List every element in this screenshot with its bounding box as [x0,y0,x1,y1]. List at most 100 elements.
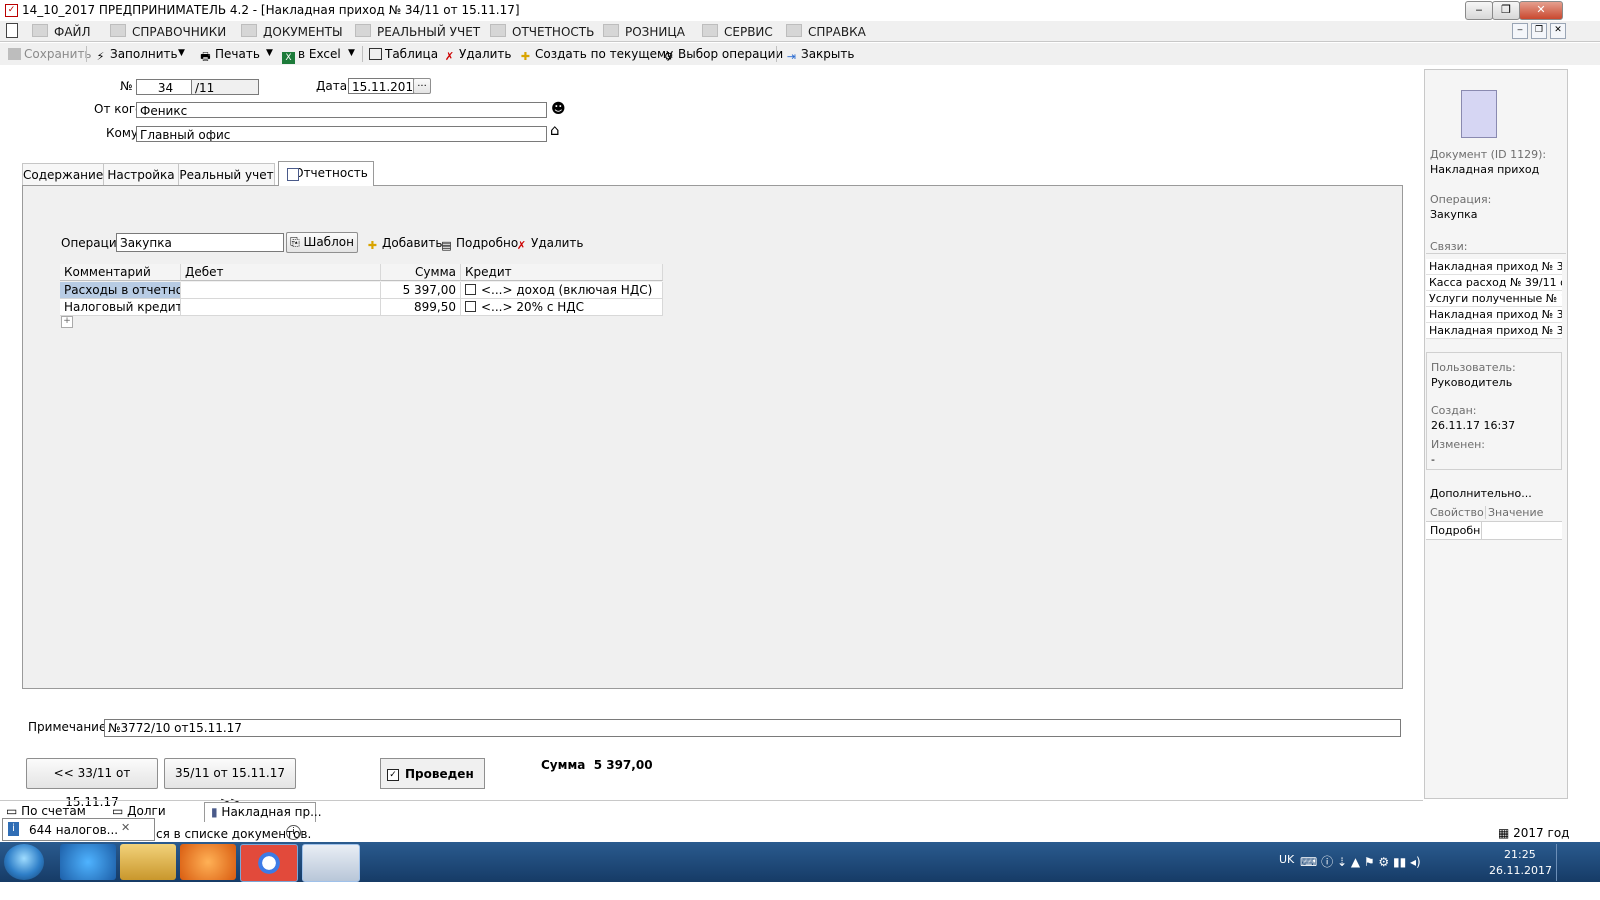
excel-dropdown-icon[interactable]: ▼ [348,48,355,58]
credit-cell[interactable]: <...> доход (включая НДС) [461,282,663,299]
doc-value: Накладная приход [1430,163,1540,176]
notification-popup[interactable]: i 644 налогов... ✕ [2,818,155,841]
link-item[interactable]: Касса расход № 39/11 от [1426,275,1562,291]
properties-header: Свойство Значение [1426,504,1562,522]
details-button[interactable]: ▤ Подробно [440,236,518,252]
link-item[interactable]: Накладная приход № 35/ [1426,323,1562,339]
debit-cell[interactable] [181,299,381,316]
entrepreneur-app-icon[interactable] [302,844,360,882]
template-button[interactable]: ⎘ Шаблон [286,232,358,253]
delete-entry-button[interactable]: ✗ Удалить [515,236,584,252]
file-explorer-icon[interactable] [120,844,176,880]
minimize-button[interactable]: ‒ [1465,1,1493,20]
menu-documents[interactable]: ДОКУМЕНТЫ [241,24,343,39]
window-title: 14_10_2017 ПРЕДПРИНИМАТЕЛЬ 4.2 - [Наклад… [22,3,520,17]
next-document-button[interactable]: 35/11 от 15.11.17 >> [164,758,296,809]
home-office-icon[interactable]: ⌂ [550,123,560,138]
new-document-icon[interactable] [6,23,18,38]
note-input[interactable]: №3772/10 от15.11.17 [104,719,1401,737]
add-entry-button[interactable]: ✚ Добавить [366,236,443,252]
document-icon: ▭ [112,804,128,818]
user-label: Пользователь: [1431,361,1516,374]
contractor-icon[interactable]: ☻ [551,102,566,116]
menu-service[interactable]: СЕРВИС [702,24,773,39]
column-header[interactable]: Дебет [181,264,381,281]
to-input[interactable]: Главный офис [136,126,547,142]
create-from-current-button[interactable]: ✚ Создать по текущему [519,47,673,63]
document-thumbnail-icon [1461,90,1497,138]
debit-cell[interactable] [181,282,381,299]
show-desktop-button[interactable] [1556,844,1568,881]
number-input[interactable]: 34 [136,79,192,95]
table-row[interactable]: Налоговый кредит 899,50 <...> 20% с НДС [60,299,663,316]
posted-checkbox[interactable]: ✓ [387,769,399,781]
date-picker-button[interactable]: ... [413,78,431,94]
clock-time[interactable]: 21:25 [1504,848,1536,861]
add-row-button[interactable]: + [61,316,73,328]
menu-reporting[interactable]: ОТЧЕТНОСТЬ [490,24,594,39]
link-item[interactable]: Услуги полученные № 10 [1426,291,1562,307]
comment-cell[interactable]: Налоговый кредит [60,299,181,316]
tab-real-accounting[interactable]: Реальный учет [178,163,275,186]
language-indicator[interactable]: UK [1279,853,1294,866]
delete-button[interactable]: ✗ Удалить [443,47,512,63]
tab-settings[interactable]: Настройка [103,163,179,186]
link-item[interactable]: Накладная приход № 33/ [1426,307,1562,323]
menu-directories[interactable]: СПРАВОЧНИКИ [110,24,226,39]
close-window-button[interactable]: ✕ [1519,1,1563,20]
changed-label: Изменен: [1431,438,1486,451]
menu-retail[interactable]: РОЗНИЦА [603,24,685,39]
menu-real-accounting[interactable]: РЕАЛЬНЫЙ УЧЕТ [355,24,480,39]
from-input[interactable]: Феникс [136,102,547,118]
prev-document-button[interactable]: << 33/11 от 15.11.17 [26,758,158,809]
excel-icon: X [282,52,295,64]
window-tab-invoice[interactable]: ▮ Накладная пр... [204,802,322,822]
tab-content[interactable]: Содержание [22,163,104,186]
note-label: Примечание [28,720,107,734]
menu-help[interactable]: СПРАВКА [786,24,866,39]
tab-reporting[interactable]: Отчетность [278,161,374,186]
extra-link[interactable]: Дополнительно... [1430,487,1532,500]
mdi-close-button[interactable]: ✕ [1550,23,1566,39]
column-header[interactable]: Комментарий [60,264,181,281]
comment-cell[interactable]: Расходы в отчетность [60,282,181,299]
table-button[interactable]: Таблица [369,47,438,61]
print-button[interactable]: 🖶 Печать [199,47,260,63]
credit-checkbox[interactable] [465,284,476,295]
media-player-icon[interactable] [180,844,236,880]
sum-cell[interactable]: 5 397,00 [381,282,461,299]
maximize-button[interactable]: ❐ [1492,1,1520,20]
close-document-button[interactable]: ⇥ Закрыть [785,47,855,63]
chrome-icon[interactable] [240,844,298,882]
table-row[interactable]: Расходы в отчетность 5 397,00 <...> дохо… [60,282,663,299]
print-dropdown-icon[interactable]: ▼ [266,48,273,58]
info-circle-icon[interactable]: i [286,825,301,840]
date-input[interactable]: 15.11.2017 [348,78,414,94]
op-value: Закупка [1430,208,1478,221]
credit-cell[interactable]: <...> 20% с НДС [461,299,663,316]
fill-button[interactable]: ⚡ Заполнить [94,47,178,63]
posted-toggle[interactable]: ✓ Проведен [380,758,485,789]
save-button[interactable]: Сохранить [8,47,92,61]
operation-input[interactable]: Закупка [116,233,284,252]
column-header[interactable]: Сумма [381,264,461,281]
internet-explorer-icon[interactable] [60,844,116,880]
credit-checkbox[interactable] [465,301,476,312]
excel-button[interactable]: Xв Excel [282,47,341,64]
menu-file[interactable]: ФАЙЛ [32,24,91,39]
table-row[interactable]: Подробн [1426,522,1562,540]
notification-close-button[interactable]: ✕ [121,821,130,834]
mdi-restore-button[interactable]: ❐ [1531,23,1547,39]
choose-operation-button[interactable]: ⚙ Выбор операции [662,47,784,63]
created-label: Создан: [1431,404,1477,417]
tray-icons[interactable]: ⌨ ⓘ ⇣ ▲ ⚑ ⚙ ▮▮ ◂) [1300,853,1421,870]
fill-icon: ⚡ [96,50,105,63]
sum-cell[interactable]: 899,50 [381,299,461,316]
clock-date[interactable]: 26.11.2017 [1489,864,1552,877]
start-button[interactable] [4,844,44,880]
menu-bar: ФАЙЛ СПРАВОЧНИКИ ДОКУМЕНТЫ РЕАЛЬНЫЙ УЧЕТ… [0,21,1600,42]
link-item[interactable]: Накладная приход № 32/ [1426,259,1562,275]
fill-dropdown-icon[interactable]: ▼ [178,48,185,58]
column-header[interactable]: Кредит [461,264,663,281]
mdi-minimize-button[interactable]: ‒ [1512,23,1528,39]
